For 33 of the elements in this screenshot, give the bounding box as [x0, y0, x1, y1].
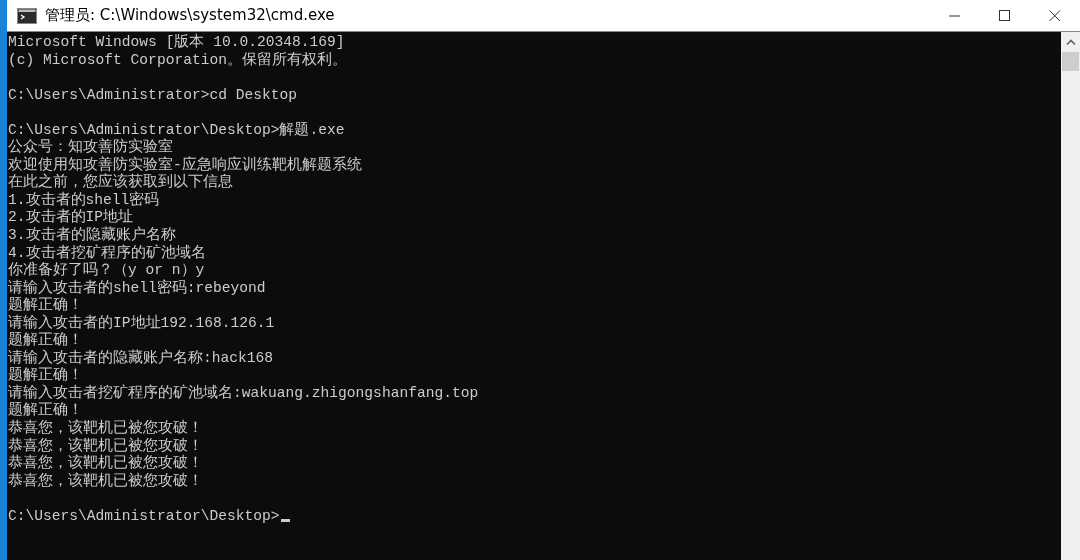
console-line: 题解正确！ — [8, 367, 83, 384]
console-line: 请输入攻击者的隐藏账户名称:hack168 — [8, 349, 274, 366]
console-line: 题解正确！ — [8, 332, 83, 349]
console-line: 题解正确！ — [8, 402, 83, 419]
console-icon — [17, 7, 37, 24]
console-line: 恭喜您，该靶机已被您攻破！ — [8, 455, 203, 472]
console-line: 欢迎使用知攻善防实验室-应急响应训练靶机解题系统 — [8, 156, 362, 173]
maximize-icon — [999, 9, 1011, 22]
console-line: C:\Users\Administrator>cd Desktop — [8, 86, 297, 103]
console-line: 请输入攻击者的IP地址192.168.126.1 — [8, 314, 275, 331]
console-line: 请输入攻击者的shell密码:rebeyond — [8, 279, 266, 296]
scroll-up-icon[interactable] — [1065, 38, 1076, 46]
console-line: 4.攻击者挖矿程序的矿池域名 — [8, 244, 206, 261]
scroll-thumb[interactable] — [1062, 52, 1079, 71]
console-line: C:\Users\Administrator\Desktop>解题.exe — [8, 121, 345, 138]
console-line: 恭喜您，该靶机已被您攻破！ — [8, 472, 203, 489]
command-prompt: C:\Users\Administrator\Desktop> — [8, 507, 280, 524]
window-title: 管理员: C:\Windows\system32\cmd.exe — [45, 6, 335, 25]
console-line: 恭喜您，该靶机已被您攻破！ — [8, 420, 203, 437]
close-icon — [1049, 9, 1061, 22]
console-line: (c) Microsoft Corporation。保留所有权利。 — [8, 51, 347, 68]
console-line: 公众号：知攻善防实验室 — [8, 139, 173, 156]
console-line: 2.攻击者的IP地址 — [8, 209, 134, 226]
console-line: 恭喜您，该靶机已被您攻破！ — [8, 437, 203, 454]
console-line: 1.攻击者的shell密码 — [8, 191, 160, 208]
console-line: 你准备好了吗？（y or n）y — [8, 262, 205, 279]
console-line: 请输入攻击者挖矿程序的矿池域名:wakuang.zhigongshanfang.top — [8, 384, 479, 401]
console-line: 在此之前，您应该获取到以下信息 — [8, 174, 233, 191]
scrollbar[interactable] — [1061, 32, 1080, 560]
console-line: Microsoft Windows [版本 10.0.20348.169] — [8, 34, 345, 50]
console-line: 3.攻击者的隐藏账户名称 — [8, 227, 176, 243]
text-cursor — [280, 518, 290, 522]
console-line: 题解正确！ — [8, 297, 83, 314]
